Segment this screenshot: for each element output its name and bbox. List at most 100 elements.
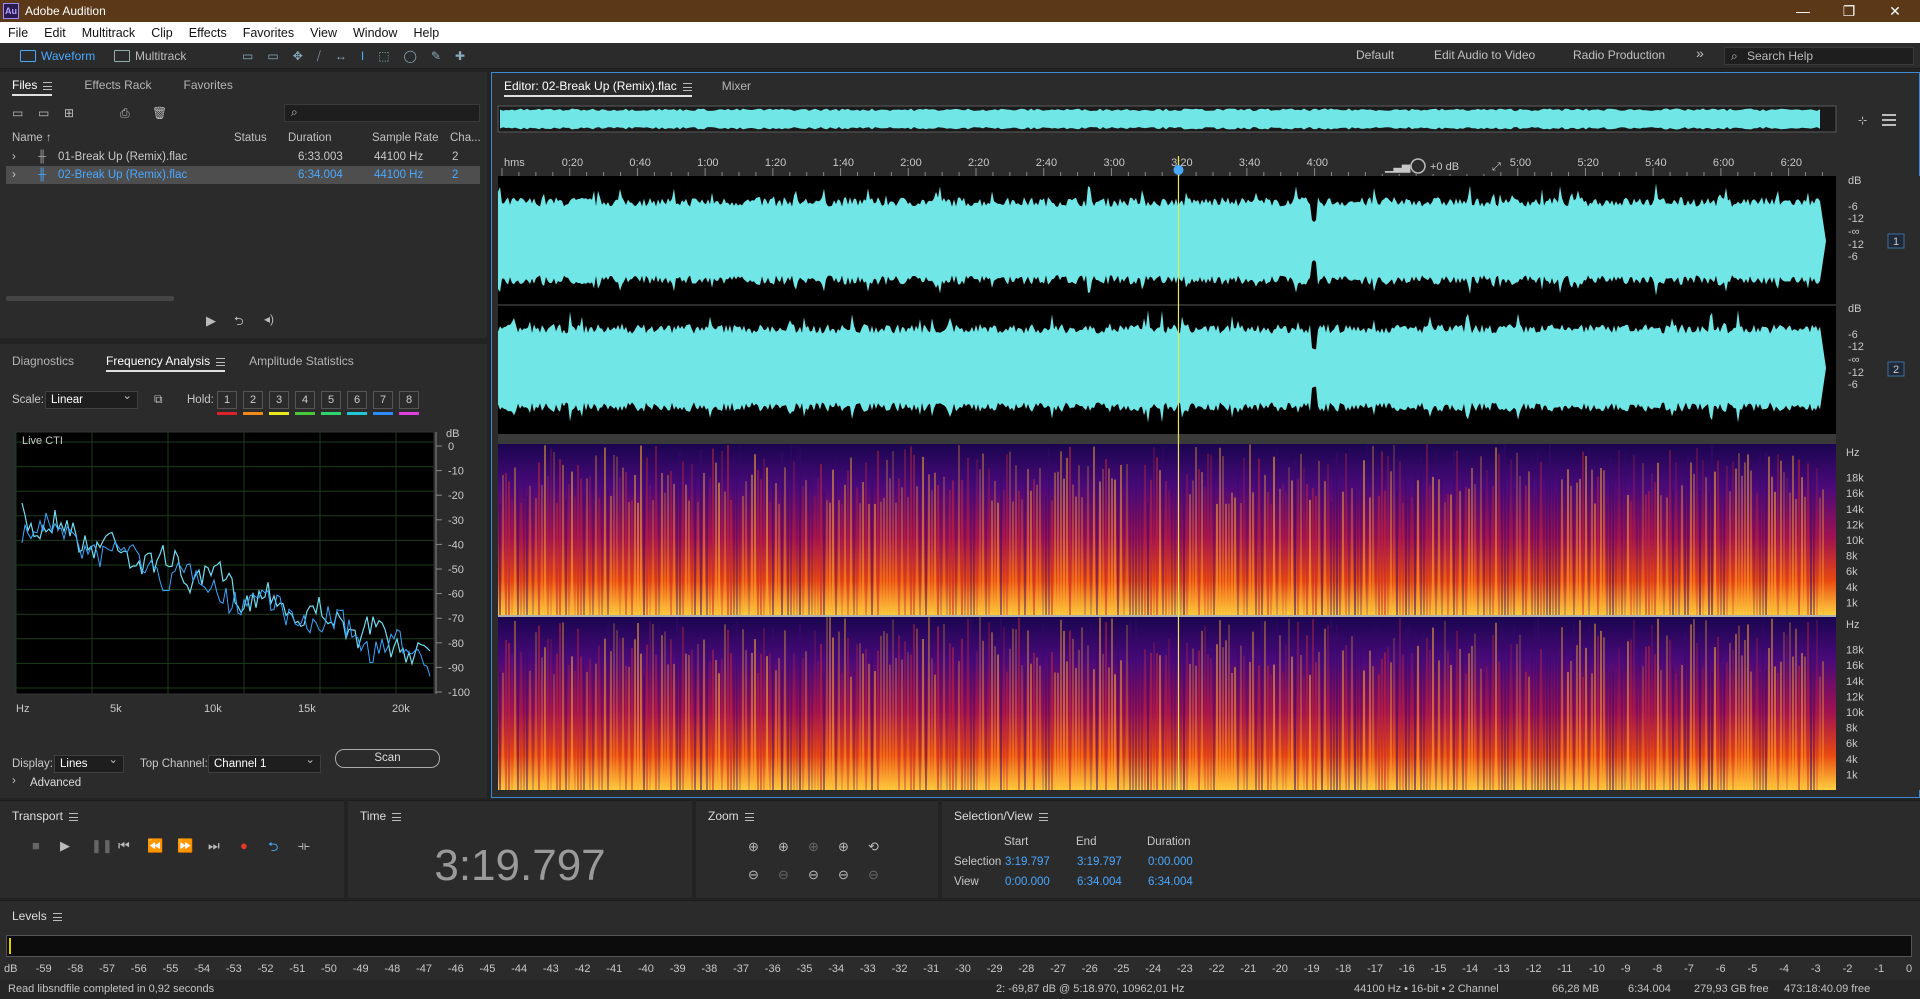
overview-menu-icon[interactable] bbox=[1882, 114, 1896, 116]
tab-mixer[interactable]: Mixer bbox=[710, 73, 763, 99]
panel-menu-icon[interactable] bbox=[68, 812, 78, 821]
waveform-view-button[interactable]: Waveform bbox=[20, 47, 95, 65]
hold-button-2[interactable]: 2 bbox=[243, 391, 263, 415]
zoom-in-amplitude-icon[interactable]: ⊕ bbox=[748, 839, 759, 855]
col-duration[interactable]: Duration bbox=[288, 132, 331, 144]
top-channel-select[interactable]: Channel 1 bbox=[208, 752, 321, 773]
tab-amplitude-statistics[interactable]: Amplitude Statistics bbox=[237, 348, 366, 374]
menu-view[interactable]: View bbox=[302, 26, 345, 40]
hold-button-4[interactable]: 4 bbox=[295, 391, 315, 415]
lasso-tool-icon[interactable]: ◯ bbox=[404, 49, 417, 63]
insert-into-multitrack-icon[interactable]: ⎙ bbox=[120, 106, 130, 121]
zoom-to-selection-icon[interactable]: ⊕ bbox=[808, 839, 819, 855]
panel-menu-icon[interactable] bbox=[744, 812, 754, 821]
spot-healing-tool-icon[interactable]: ✚ bbox=[455, 49, 465, 63]
files-search-input[interactable]: ⌕ bbox=[284, 104, 480, 122]
expand-chevron-icon[interactable]: › bbox=[12, 169, 16, 181]
search-help-input[interactable]: ⌕ Search Help bbox=[1724, 47, 1914, 65]
zoom-overview-icon[interactable]: ⊹ bbox=[1858, 115, 1867, 127]
maximize-button[interactable]: ❐ bbox=[1826, 0, 1872, 22]
menu-help[interactable]: Help bbox=[405, 26, 447, 40]
panel-menu-icon[interactable] bbox=[52, 912, 62, 921]
time-selection-tool-icon[interactable]: I bbox=[361, 49, 364, 63]
selection-end[interactable]: 3:19.797 bbox=[1077, 856, 1122, 868]
tab-files[interactable]: Files bbox=[0, 72, 64, 98]
selection-start[interactable]: 3:19.797 bbox=[1005, 856, 1050, 868]
tab-favorites[interactable]: Favorites bbox=[171, 72, 244, 98]
hold-button-5[interactable]: 5 bbox=[321, 391, 341, 415]
view-end[interactable]: 6:34.004 bbox=[1077, 876, 1122, 888]
fast-forward-icon[interactable]: ⏩ bbox=[177, 838, 193, 854]
record-icon[interactable]: ● bbox=[240, 838, 248, 853]
play-icon[interactable]: ▶ bbox=[60, 838, 70, 854]
hud-gain-control[interactable]: ▁▃▅ +0 dB bbox=[1374, 154, 1492, 174]
spectral-display[interactable] bbox=[498, 444, 1836, 790]
hold-button-1[interactable]: 1 bbox=[217, 391, 237, 415]
copy-icon[interactable]: ⧉ bbox=[154, 392, 163, 407]
menu-multitrack[interactable]: Multitrack bbox=[74, 26, 143, 40]
go-to-start-icon[interactable]: ⏮ bbox=[118, 838, 130, 854]
marquee-tool-icon[interactable]: ⬚ bbox=[378, 49, 389, 63]
pitch-display-icon[interactable]: ▭ bbox=[267, 49, 278, 63]
editor-canvas[interactable]: ⊹ hms 0:20 0:40 1:00 1:20 1:40 2:00 2:20 2:40 3:0… bbox=[492, 100, 1920, 798]
scale-select[interactable]: Linear bbox=[45, 388, 138, 409]
minimize-button[interactable]: — bbox=[1780, 0, 1826, 22]
tab-effects-rack[interactable]: Effects Rack bbox=[72, 72, 163, 98]
playhead-handle[interactable] bbox=[1173, 165, 1184, 175]
panel-menu-icon[interactable] bbox=[682, 82, 692, 91]
new-file-icon[interactable]: ⊞ bbox=[64, 106, 74, 120]
rewind-icon[interactable]: ⏪ bbox=[147, 838, 163, 854]
autoplay-icon[interactable]: ◂) bbox=[264, 312, 274, 326]
spectral-display-icon[interactable]: ▭ bbox=[242, 49, 253, 63]
zoom-out-time-icon[interactable]: ⊖ bbox=[778, 867, 789, 883]
menu-file[interactable]: File bbox=[0, 26, 36, 40]
go-to-end-icon[interactable]: ⏭ bbox=[208, 838, 220, 854]
view-start[interactable]: 0:00.000 bbox=[1005, 876, 1050, 888]
close-button[interactable]: ✕ bbox=[1872, 0, 1918, 22]
zoom-out-amplitude-icon[interactable]: ⊖ bbox=[748, 867, 759, 883]
hold-button-3[interactable]: 3 bbox=[269, 391, 289, 415]
hold-button-8[interactable]: 8 bbox=[399, 391, 419, 415]
hold-button-6[interactable]: 6 bbox=[347, 391, 367, 415]
delete-icon[interactable]: 🗑 bbox=[152, 106, 167, 120]
view-duration[interactable]: 6:34.004 bbox=[1148, 876, 1193, 888]
pin-hud-icon[interactable]: ⤢ bbox=[1492, 161, 1501, 173]
zoom-to-file-icon[interactable]: ⊖ bbox=[838, 867, 849, 883]
hold-button-7[interactable]: 7 bbox=[373, 391, 393, 415]
panel-menu-icon[interactable] bbox=[392, 812, 402, 821]
tab-frequency-analysis[interactable]: Frequency Analysis bbox=[94, 348, 237, 374]
advanced-toggle[interactable]: Advanced bbox=[30, 777, 81, 789]
file-row-selected[interactable]: › ╫ 02-Break Up (Remix).flac 6:34.004 44… bbox=[6, 166, 480, 184]
advanced-chevron-icon[interactable]: › bbox=[12, 775, 16, 787]
loop-playback-icon[interactable]: ⮌ bbox=[268, 838, 278, 860]
menu-effects[interactable]: Effects bbox=[181, 26, 235, 40]
workspace-edit-audio-to-video[interactable]: Edit Audio to Video bbox=[1434, 48, 1535, 62]
selection-duration[interactable]: 0:00.000 bbox=[1148, 856, 1193, 868]
tab-diagnostics[interactable]: Diagnostics bbox=[0, 348, 86, 374]
col-channels[interactable]: Cha... bbox=[450, 132, 481, 144]
col-sample-rate[interactable]: Sample Rate bbox=[372, 132, 438, 144]
menu-favorites[interactable]: Favorites bbox=[235, 26, 302, 40]
slip-tool-icon[interactable]: ↔ bbox=[335, 49, 347, 63]
col-status[interactable]: Status bbox=[234, 132, 267, 144]
pause-icon[interactable]: ❚❚ bbox=[91, 838, 113, 854]
open-file-icon[interactable]: ▭ bbox=[12, 106, 23, 120]
tab-editor-file[interactable]: Editor: 02-Break Up (Remix).flac bbox=[492, 73, 704, 99]
multitrack-view-button[interactable]: Multitrack bbox=[114, 47, 186, 65]
files-scrollbar[interactable] bbox=[6, 296, 174, 301]
menu-clip[interactable]: Clip bbox=[143, 26, 181, 40]
display-select[interactable]: Lines bbox=[54, 752, 124, 773]
play-icon[interactable]: ▶ bbox=[206, 313, 216, 329]
zoom-out-point-icon[interactable]: ⊖ bbox=[868, 867, 879, 883]
more-workspaces-button[interactable]: » bbox=[1696, 45, 1704, 61]
zoom-in-point-icon[interactable]: ⊕ bbox=[838, 839, 849, 855]
zoom-reset-icon[interactable]: ⟲ bbox=[868, 839, 879, 855]
brush-tool-icon[interactable]: ✎ bbox=[431, 49, 441, 63]
workspace-default[interactable]: Default bbox=[1356, 48, 1394, 62]
skip-selection-icon[interactable]: ⟛ bbox=[298, 838, 310, 854]
move-tool-icon[interactable]: ✥ bbox=[293, 49, 303, 63]
expand-chevron-icon[interactable]: › bbox=[12, 151, 16, 163]
zoom-in-time-icon[interactable]: ⊕ bbox=[778, 839, 789, 855]
col-name[interactable]: Name ↑ bbox=[12, 132, 52, 144]
file-row[interactable]: › ╫ 01-Break Up (Remix).flac 6:33.003 44… bbox=[6, 148, 480, 166]
